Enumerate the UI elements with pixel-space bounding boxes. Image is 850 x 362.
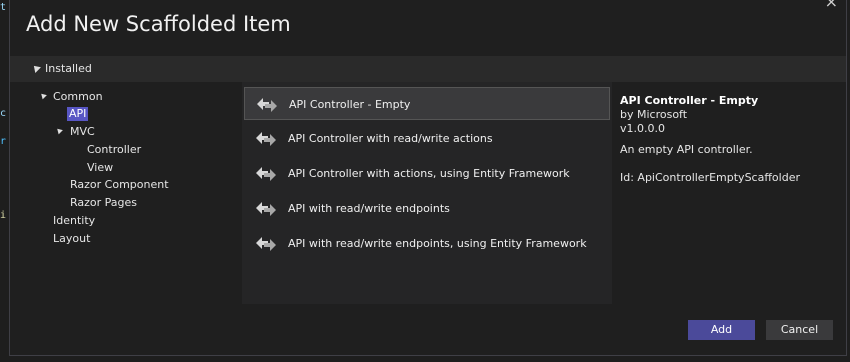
scaffold-icon xyxy=(256,202,276,216)
tree-item-mvc[interactable]: MVC xyxy=(70,125,95,139)
tree-item-controller[interactable]: Controller xyxy=(87,143,141,157)
template-item[interactable]: API with read/write endpoints, using Ent… xyxy=(244,227,610,260)
code-fragment: c xyxy=(0,108,7,119)
details-id: Id: ApiControllerEmptyScaffolder xyxy=(620,171,800,184)
tree-item-common[interactable]: Common xyxy=(53,90,103,104)
template-item[interactable]: API Controller with actions, using Entit… xyxy=(244,157,610,190)
details-panel: API Controller - Empty by Microsoft v1.0… xyxy=(612,82,846,304)
template-label: API with read/write endpoints, using Ent… xyxy=(288,237,587,250)
dialog-title: Add New Scaffolded Item xyxy=(26,12,291,36)
scaffold-icon xyxy=(257,98,277,112)
close-icon[interactable]: × xyxy=(825,0,838,10)
tree-item-layout[interactable]: Layout xyxy=(53,232,90,246)
template-label: API Controller - Empty xyxy=(289,98,411,111)
details-description: An empty API controller. xyxy=(620,143,753,156)
scaffold-icon xyxy=(256,237,276,251)
code-fragment: t xyxy=(0,2,7,13)
template-item[interactable]: API Controller - Empty xyxy=(244,87,610,120)
editor-background-strip: t c r i xyxy=(0,0,9,362)
template-label: API Controller with actions, using Entit… xyxy=(288,167,570,180)
scaffold-icon xyxy=(256,132,276,146)
collapse-triangle-icon[interactable] xyxy=(31,63,41,73)
template-list: API Controller - Empty API Controller wi… xyxy=(242,82,612,304)
tree-header-installed[interactable]: Installed xyxy=(10,56,846,82)
add-button[interactable]: Add xyxy=(688,320,755,340)
cancel-button[interactable]: Cancel xyxy=(766,320,833,340)
details-title: API Controller - Empty xyxy=(620,94,759,107)
collapse-triangle-icon[interactable] xyxy=(39,91,47,100)
tree-root-label: Installed xyxy=(45,62,92,75)
details-author: by Microsoft xyxy=(620,108,688,121)
category-tree: Common API MVC Controller View Razor Com… xyxy=(10,82,242,304)
code-fragment: i xyxy=(0,210,7,221)
code-fragment: r xyxy=(0,136,7,147)
tree-item-razor-component[interactable]: Razor Component xyxy=(70,178,169,192)
details-version: v1.0.0.0 xyxy=(620,122,665,135)
tree-item-razor-pages[interactable]: Razor Pages xyxy=(70,196,137,210)
scaffold-dialog: × Add New Scaffolded Item Installed Comm… xyxy=(9,0,847,356)
template-item[interactable]: API with read/write endpoints xyxy=(244,192,610,225)
scaffold-icon xyxy=(256,167,276,181)
tree-item-api[interactable]: API xyxy=(67,107,89,121)
collapse-triangle-icon[interactable] xyxy=(55,126,63,135)
template-label: API with read/write endpoints xyxy=(288,202,450,215)
template-item[interactable]: API Controller with read/write actions xyxy=(244,122,610,155)
tree-item-view[interactable]: View xyxy=(87,161,113,175)
tree-item-identity[interactable]: Identity xyxy=(53,214,95,228)
dialog-footer: Add Cancel xyxy=(10,304,846,354)
template-label: API Controller with read/write actions xyxy=(288,132,493,145)
